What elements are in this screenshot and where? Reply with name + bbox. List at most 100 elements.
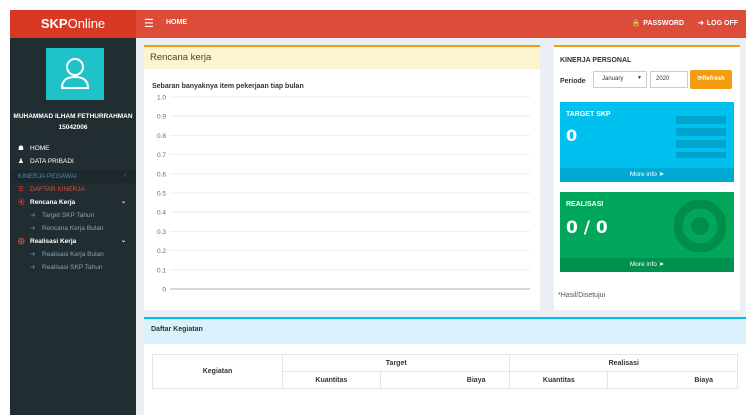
sidebar-item-realisasi-skp-tahun[interactable]: ➜ Realisasi SKP Tahun	[10, 261, 136, 274]
col-realisasi-biaya: Biaya	[607, 371, 738, 389]
col-target-biaya: Biaya	[379, 371, 511, 389]
y-tick-label: 1.0	[157, 95, 166, 102]
caret-down-icon: ▼	[637, 75, 642, 81]
year-input[interactable]: 2020	[650, 71, 688, 88]
header: SKPOnline ☰ HOME 🔒 PASSWORD ➜ LOG OFF	[0, 0, 752, 38]
chevron-down-icon: ⌄	[120, 199, 126, 205]
logoff-link[interactable]: ➜ LOG OFF	[698, 19, 738, 27]
kinerja-personal-box: KINERJA PERSONAL Periode January ▼ 2020 ⟳…	[554, 45, 740, 310]
col-target-kuantitas: Kuantitas	[282, 371, 381, 389]
user-small-icon: ♟	[18, 158, 24, 165]
list-icon: ☰	[18, 186, 24, 193]
sidebar-item-rencana-kerja-bulan[interactable]: ➜ Rencana Kerja Bulan	[10, 222, 136, 235]
month-select[interactable]: January ▼	[593, 71, 647, 88]
sidebar-item-realisasi-kerja-bulan[interactable]: ➜ Realisasi Kerja Bulan	[10, 248, 136, 261]
sidebar-item-home[interactable]: ☗ HOME	[10, 142, 136, 155]
refresh-label: Refresh	[702, 76, 725, 82]
arrow-circle-right-icon: ➤	[658, 171, 665, 178]
hamburger-icon[interactable]: ☰	[144, 17, 154, 31]
arrow-right-icon: ➜	[30, 251, 36, 258]
target-skp-box: TARGET SKP 0 More info ➤	[560, 102, 734, 182]
y-tick-label: 0.4	[157, 210, 166, 217]
hasil-note: *Hasil/Disetujui	[558, 292, 606, 299]
arrow-right-icon: ➜	[30, 225, 36, 232]
sidebar-item-daftar-kinerja[interactable]: ☰ DAFTAR KINERJA	[10, 183, 136, 196]
bars-icon	[676, 116, 726, 158]
avatar	[46, 48, 104, 100]
password-link[interactable]: 🔒 PASSWORD	[632, 19, 684, 27]
y-tick-label: 0.5	[157, 191, 166, 198]
sign-out-icon: ➜	[698, 20, 704, 27]
sidebar-item-label: KINERJA PEGAWAI	[18, 173, 77, 180]
user-name: MUHAMMAD ILHAM FETHURRAHMAN	[13, 113, 133, 120]
sidebar-item-label: Realisasi SKP Tahun	[42, 264, 103, 271]
nav-home-link[interactable]: HOME	[166, 19, 187, 26]
sidebar-item-label: Rencana Kerja Bulan	[42, 225, 104, 232]
plus-circle-icon: ⨁	[18, 238, 25, 245]
arrow-circle-right-icon: ➤	[658, 261, 665, 268]
target-skp-value: 0	[566, 126, 578, 145]
line-chart: 1.0 0.9 0.8 0.7 0.6 0.5 0.4 0.3 0.2 0.1 0	[157, 95, 530, 294]
daftar-kegiatan-title: Daftar Kegiatan	[144, 319, 746, 344]
rencana-kerja-title: Rencana kerja	[144, 45, 540, 69]
kinerja-title: KINERJA PERSONAL	[560, 57, 632, 64]
y-tick-label: 0.3	[157, 229, 166, 236]
sidebar-item-kinerja-pegawai[interactable]: KINERJA PEGAWAI ‹	[10, 170, 136, 183]
lock-icon: 🔒	[631, 20, 641, 27]
password-label: PASSWORD	[643, 20, 685, 27]
periode-label: Periode	[560, 78, 586, 85]
y-tick-label: 0.1	[157, 267, 166, 274]
chevron-down-icon: ⌄	[120, 238, 126, 244]
y-tick-label: 0.2	[157, 248, 166, 255]
col-kegiatan: Kegiatan	[152, 354, 283, 389]
col-target: Target	[281, 354, 511, 372]
y-tick-label: 0	[162, 287, 166, 294]
arrow-right-icon: ➜	[30, 264, 36, 271]
main-content: Rencana kerja Sebaran banyaknya item pek…	[136, 38, 746, 415]
realisasi-value: 0 / 0	[566, 218, 608, 238]
realisasi-title: REALISASI	[566, 201, 604, 208]
app-logo[interactable]: SKPOnline	[10, 10, 136, 38]
sidebar-item-label: Rencana Kerja	[30, 199, 76, 206]
y-tick-label: 0.6	[157, 171, 166, 178]
sidebar-item-label: Realisasi Kerja	[30, 238, 77, 245]
col-realisasi-kuantitas: Kuantitas	[509, 371, 609, 389]
target-more-info-link[interactable]: More info ➤	[560, 168, 734, 182]
home-icon: ☗	[18, 145, 24, 152]
y-tick-label: 0.9	[157, 114, 166, 121]
circle-icon: ⦿	[18, 199, 25, 206]
top-right-menu: 🔒 PASSWORD ➜ LOG OFF	[632, 19, 738, 27]
arrow-right-icon: ➜	[30, 212, 36, 219]
sidebar-item-data-pribadi[interactable]: ♟ DATA PRIBADI	[10, 155, 136, 168]
table-header-row: Kegiatan Target Realisasi	[152, 354, 738, 389]
sidebar-menu: ☗ HOME ♟ DATA PRIBADI KINERJA PEGAWAI ‹ ☰ DA…	[10, 142, 136, 274]
sidebar-item-realisasi-kerja[interactable]: ⨁ Realisasi Kerja ⌄	[10, 235, 136, 248]
top-navbar: ☰ HOME 🔒 PASSWORD ➜ LOG OFF	[136, 10, 746, 38]
chevron-left-icon: ‹	[124, 173, 126, 179]
realisasi-more-info-link[interactable]: More info ➤	[560, 258, 734, 272]
sidebar-item-label: DAFTAR KINERJA	[30, 186, 85, 193]
user-id: 15042006	[58, 124, 88, 131]
daftar-kegiatan-box: Daftar Kegiatan Kegiatan Target Realisas…	[144, 317, 746, 415]
sidebar-item-rencana-kerja[interactable]: ⦿ Rencana Kerja ⌄	[10, 196, 136, 209]
chart-subtitle: Sebaran banyaknya item pekerjaan tiap bu…	[152, 83, 304, 90]
kegiatan-table: Kegiatan Target Realisasi Kuantitas Biay…	[152, 354, 738, 389]
sidebar-item-target-skp-tahun[interactable]: ➜ Target SKP Tahun	[10, 209, 136, 222]
rencana-kerja-box: Rencana kerja Sebaran banyaknya item pek…	[144, 45, 540, 310]
sidebar: MUHAMMAD ILHAM FETHURRAHMAN 15042006 ☗ HO…	[10, 38, 136, 415]
life-ring-icon	[674, 200, 726, 252]
sidebar-item-label: DATA PRIBADI	[30, 158, 74, 165]
realisasi-box: REALISASI 0 / 0 More info ➤	[560, 192, 734, 272]
sidebar-item-label: Target SKP Tahun	[42, 212, 95, 219]
y-tick-label: 0.8	[157, 133, 166, 140]
user-icon	[60, 58, 90, 89]
logoff-label: LOG OFF	[706, 20, 738, 27]
more-info-label: More info	[629, 171, 657, 178]
y-tick-label: 0.7	[157, 152, 166, 159]
month-value: January	[602, 76, 624, 82]
refresh-button[interactable]: ⟳Refresh	[690, 70, 732, 89]
user-info: MUHAMMAD ILHAM FETHURRAHMAN 15042006	[10, 111, 136, 133]
sidebar-item-label: HOME	[30, 145, 50, 152]
target-skp-title: TARGET SKP	[566, 111, 611, 118]
more-info-label: More info	[629, 261, 657, 268]
